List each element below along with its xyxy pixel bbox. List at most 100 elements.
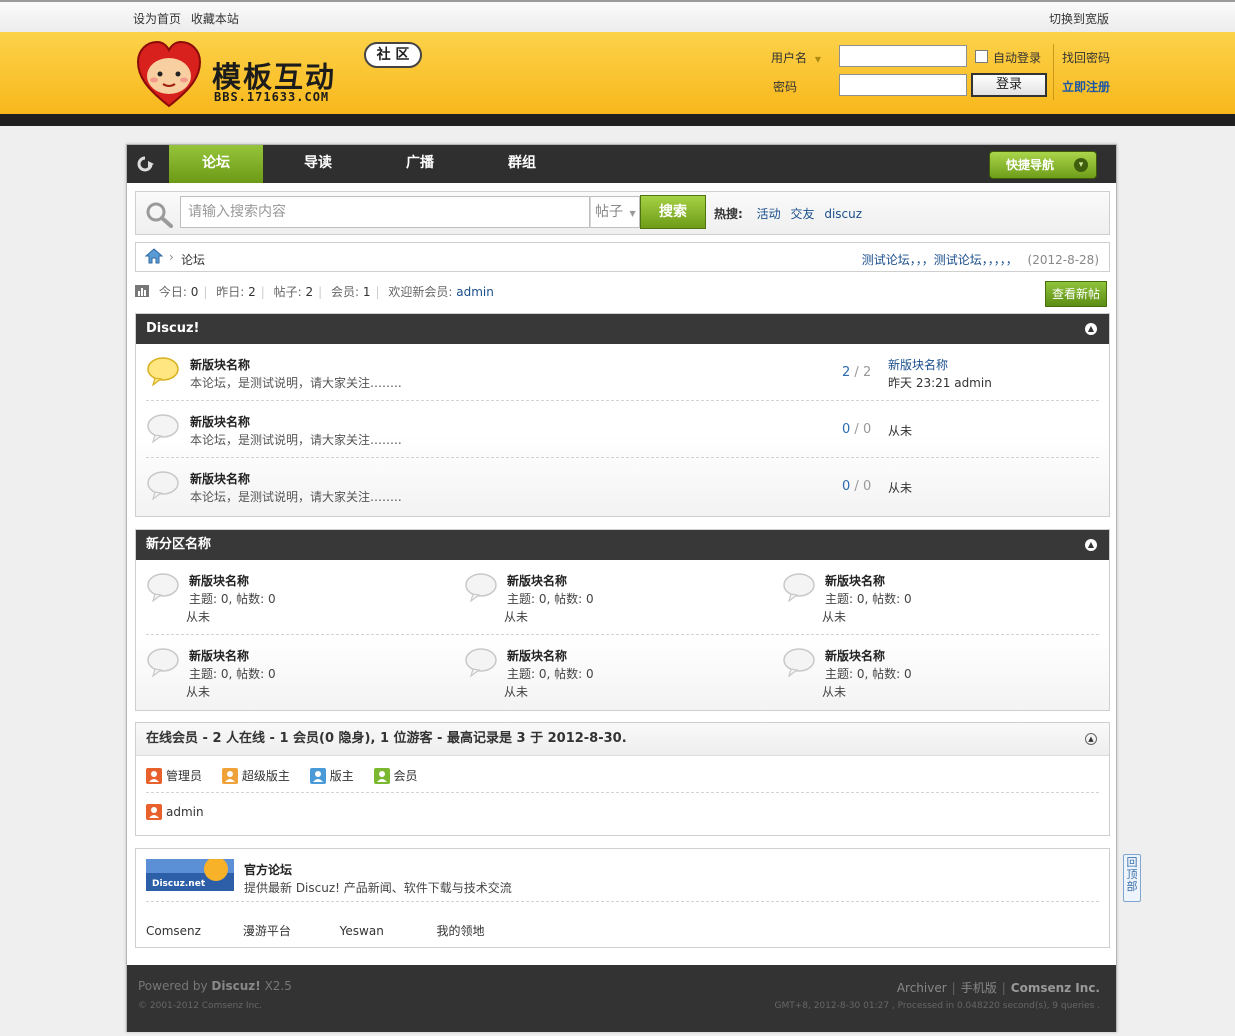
chevron-down-icon: ▼ [814, 55, 821, 64]
bookmark-link[interactable]: 收藏本站 [191, 12, 239, 26]
forum-last-post: 从未 [186, 685, 211, 699]
forum-last-post: 从未 [504, 685, 529, 699]
tab-groups[interactable]: 群组 [475, 145, 569, 183]
username-label[interactable]: 用户名 ▼ [771, 49, 821, 66]
bubble-icon [465, 573, 497, 602]
online-title: 在线会员 - 2 人在线 - 1 会员(0 隐身), 1 位游客 - 最高记录是… [146, 731, 627, 746]
view-new-posts-button[interactable]: 查看新帖 [1045, 281, 1107, 307]
link-name[interactable]: 官方论坛 [244, 861, 292, 878]
legend-member: 会员 [373, 767, 418, 784]
search-input[interactable]: 请输入搜索内容 [180, 196, 590, 228]
forum-stats: 今日: 0 | 昨日: 2 | 帖子: 2 | 会员: 1 | 欢迎新会员: admin [135, 283, 494, 300]
top-bar: 设为首页 收藏本站 切换到宽版 [0, 0, 1235, 32]
collapse-icon[interactable]: ▲ [1085, 323, 1097, 335]
discuz-banner[interactable]: Discuz.net [146, 859, 234, 891]
bubble-icon [783, 648, 815, 677]
powered-by: Powered by Discuz! X2.5 [138, 979, 292, 993]
footer-links: Archiver | 手机版 | Comsenz Inc. [896, 981, 1100, 995]
forum-name[interactable]: 新版块名称 [507, 647, 567, 664]
hot-search-link[interactable]: discuz [824, 207, 862, 221]
new-posts-bubble-icon [147, 357, 179, 386]
quick-nav-button[interactable]: 快捷导航 ▾ [989, 151, 1097, 179]
online-header[interactable]: 在线会员 - 2 人在线 - 1 会员(0 隐身), 1 位游客 - 最高记录是… [136, 723, 1109, 756]
search-bar: 请输入搜索内容 帖子 ▼ 搜索 热搜: 活动 交友 discuz [135, 191, 1110, 235]
auto-login-checkbox[interactable] [975, 50, 988, 63]
forum-last-post: 新版块名称 昨天 23:21 admin [888, 356, 992, 390]
forum-last-post: 从未 [186, 610, 211, 624]
forum-name[interactable]: 新版块名称 [190, 356, 250, 373]
forum-stats: 主题: 0, 帖数: 0 [507, 667, 594, 681]
site-logo[interactable]: 模板互动 BBS.171633.COM 社 区 [134, 38, 434, 110]
hot-search-link[interactable]: 交友 [790, 207, 814, 221]
forum-row: 新版块名称 本论坛，是测试说明，请大家关注…….. 2 / 2 新版块名称 昨天… [146, 344, 1099, 401]
last-post-link[interactable]: 新版块名称 [888, 356, 992, 374]
forum-cell: 新版块名称 主题: 0, 帖数: 0 从未 [464, 643, 782, 703]
newest-member-link[interactable]: admin [456, 285, 494, 299]
text-link[interactable]: 我的领地 [436, 922, 529, 939]
switch-width-link[interactable]: 切换到宽版 [1049, 10, 1109, 27]
collapse-icon[interactable]: ▲ [1085, 539, 1097, 551]
forum-name[interactable]: 新版块名称 [189, 647, 249, 664]
refresh-icon[interactable] [135, 155, 155, 173]
forum-stats: 主题: 0, 帖数: 0 [189, 592, 276, 606]
logo-url: BBS.171633.COM [214, 90, 330, 104]
forum-description: 本论坛，是测试说明，请大家关注…….. [190, 376, 402, 390]
divider [146, 792, 1099, 793]
tab-forum[interactable]: 论坛 [169, 145, 263, 183]
tab-broadcast[interactable]: 广播 [373, 145, 467, 183]
forum-name[interactable]: 新版块名称 [507, 572, 567, 589]
set-home-link[interactable]: 设为首页 [133, 12, 181, 26]
stat-members: 1 [362, 285, 371, 299]
online-user-list: admin [146, 804, 204, 820]
forum-counts: 0 / 0 [842, 422, 872, 437]
forum-cell: 新版块名称 主题: 0, 帖数: 0 从未 [146, 643, 464, 703]
member-icon [373, 768, 390, 784]
forum-name[interactable]: 新版块名称 [825, 572, 885, 589]
friend-links: Discuz.net 官方论坛 提供最新 Discuz! 产品新闻、软件下载与技… [135, 848, 1110, 948]
collapse-icon[interactable]: ▲ [1085, 733, 1097, 745]
text-link[interactable]: Yeswan [340, 924, 433, 938]
text-link[interactable]: 漫游平台 [243, 922, 336, 939]
forum-stats: 主题: 0, 帖数: 0 [189, 667, 276, 681]
hot-search: 热搜: 活动 交友 discuz [714, 205, 868, 222]
forum-row: 新版块名称 本论坛，是测试说明，请大家关注…….. 0 / 0 从未 [146, 458, 1099, 515]
tab-guide[interactable]: 导读 [271, 145, 365, 183]
moderator-icon [309, 768, 326, 784]
forum-last-post: 从未 [504, 610, 529, 624]
admin-user-icon [146, 768, 162, 784]
login-button[interactable]: 登录 [971, 73, 1047, 97]
forum-counts: 2 / 2 [842, 365, 872, 380]
search-button[interactable]: 搜索 [640, 195, 706, 229]
text-links: Comsenz 漫游平台 Yeswan 我的领地 [146, 922, 529, 939]
text-link[interactable]: Comsenz [146, 924, 239, 938]
mobile-link[interactable]: 手机版 [961, 981, 997, 995]
forum-name[interactable]: 新版块名称 [825, 647, 885, 664]
hot-search-link[interactable]: 活动 [757, 207, 781, 221]
username-input[interactable] [839, 45, 967, 67]
home-icon[interactable] [145, 248, 163, 264]
forum-name[interactable]: 新版块名称 [190, 413, 250, 430]
forum-name[interactable]: 新版块名称 [190, 470, 250, 487]
legend-mod: 版主 [309, 767, 354, 784]
password-input[interactable] [839, 74, 967, 96]
forum-description: 本论坛，是测试说明，请大家关注…….. [190, 433, 402, 447]
category-discuz: Discuz! ▲ 新版块名称 本论坛，是测试说明，请大家关注…….. 2 / … [135, 313, 1110, 517]
forum-last-post: 从未 [888, 481, 913, 495]
forgot-password-link[interactable]: 找回密码 [1062, 49, 1110, 66]
main-nav: 论坛 导读 广播 群组 快捷导航 ▾ [127, 145, 1116, 183]
link-description: 提供最新 Discuz! 产品新闻、软件下载与技术交流 [244, 881, 512, 895]
archiver-link[interactable]: Archiver [897, 981, 947, 995]
forum-name[interactable]: 新版块名称 [189, 572, 249, 589]
forum-grid-row: 新版块名称 主题: 0, 帖数: 0 从未 新版块名称 主题: 0, 帖数: 0… [146, 560, 1099, 635]
discuz-link[interactable]: Discuz! [211, 979, 260, 993]
search-type-select[interactable]: 帖子 ▼ [590, 196, 640, 228]
register-link[interactable]: 立即注册 [1062, 78, 1110, 95]
auto-login-label[interactable]: 自动登录 [993, 49, 1041, 66]
category-header: Discuz! ▲ [136, 314, 1109, 344]
back-to-top-button[interactable]: 回顶部 [1123, 854, 1141, 902]
legend-admin: 管理员 [146, 767, 202, 784]
stat-today: 0 [190, 285, 199, 299]
online-user[interactable]: admin [146, 804, 204, 820]
comsenz-link[interactable]: Comsenz Inc. [1011, 981, 1100, 995]
announcement-link[interactable]: 测试论坛，，，测试论坛，，，，， [862, 253, 1018, 267]
